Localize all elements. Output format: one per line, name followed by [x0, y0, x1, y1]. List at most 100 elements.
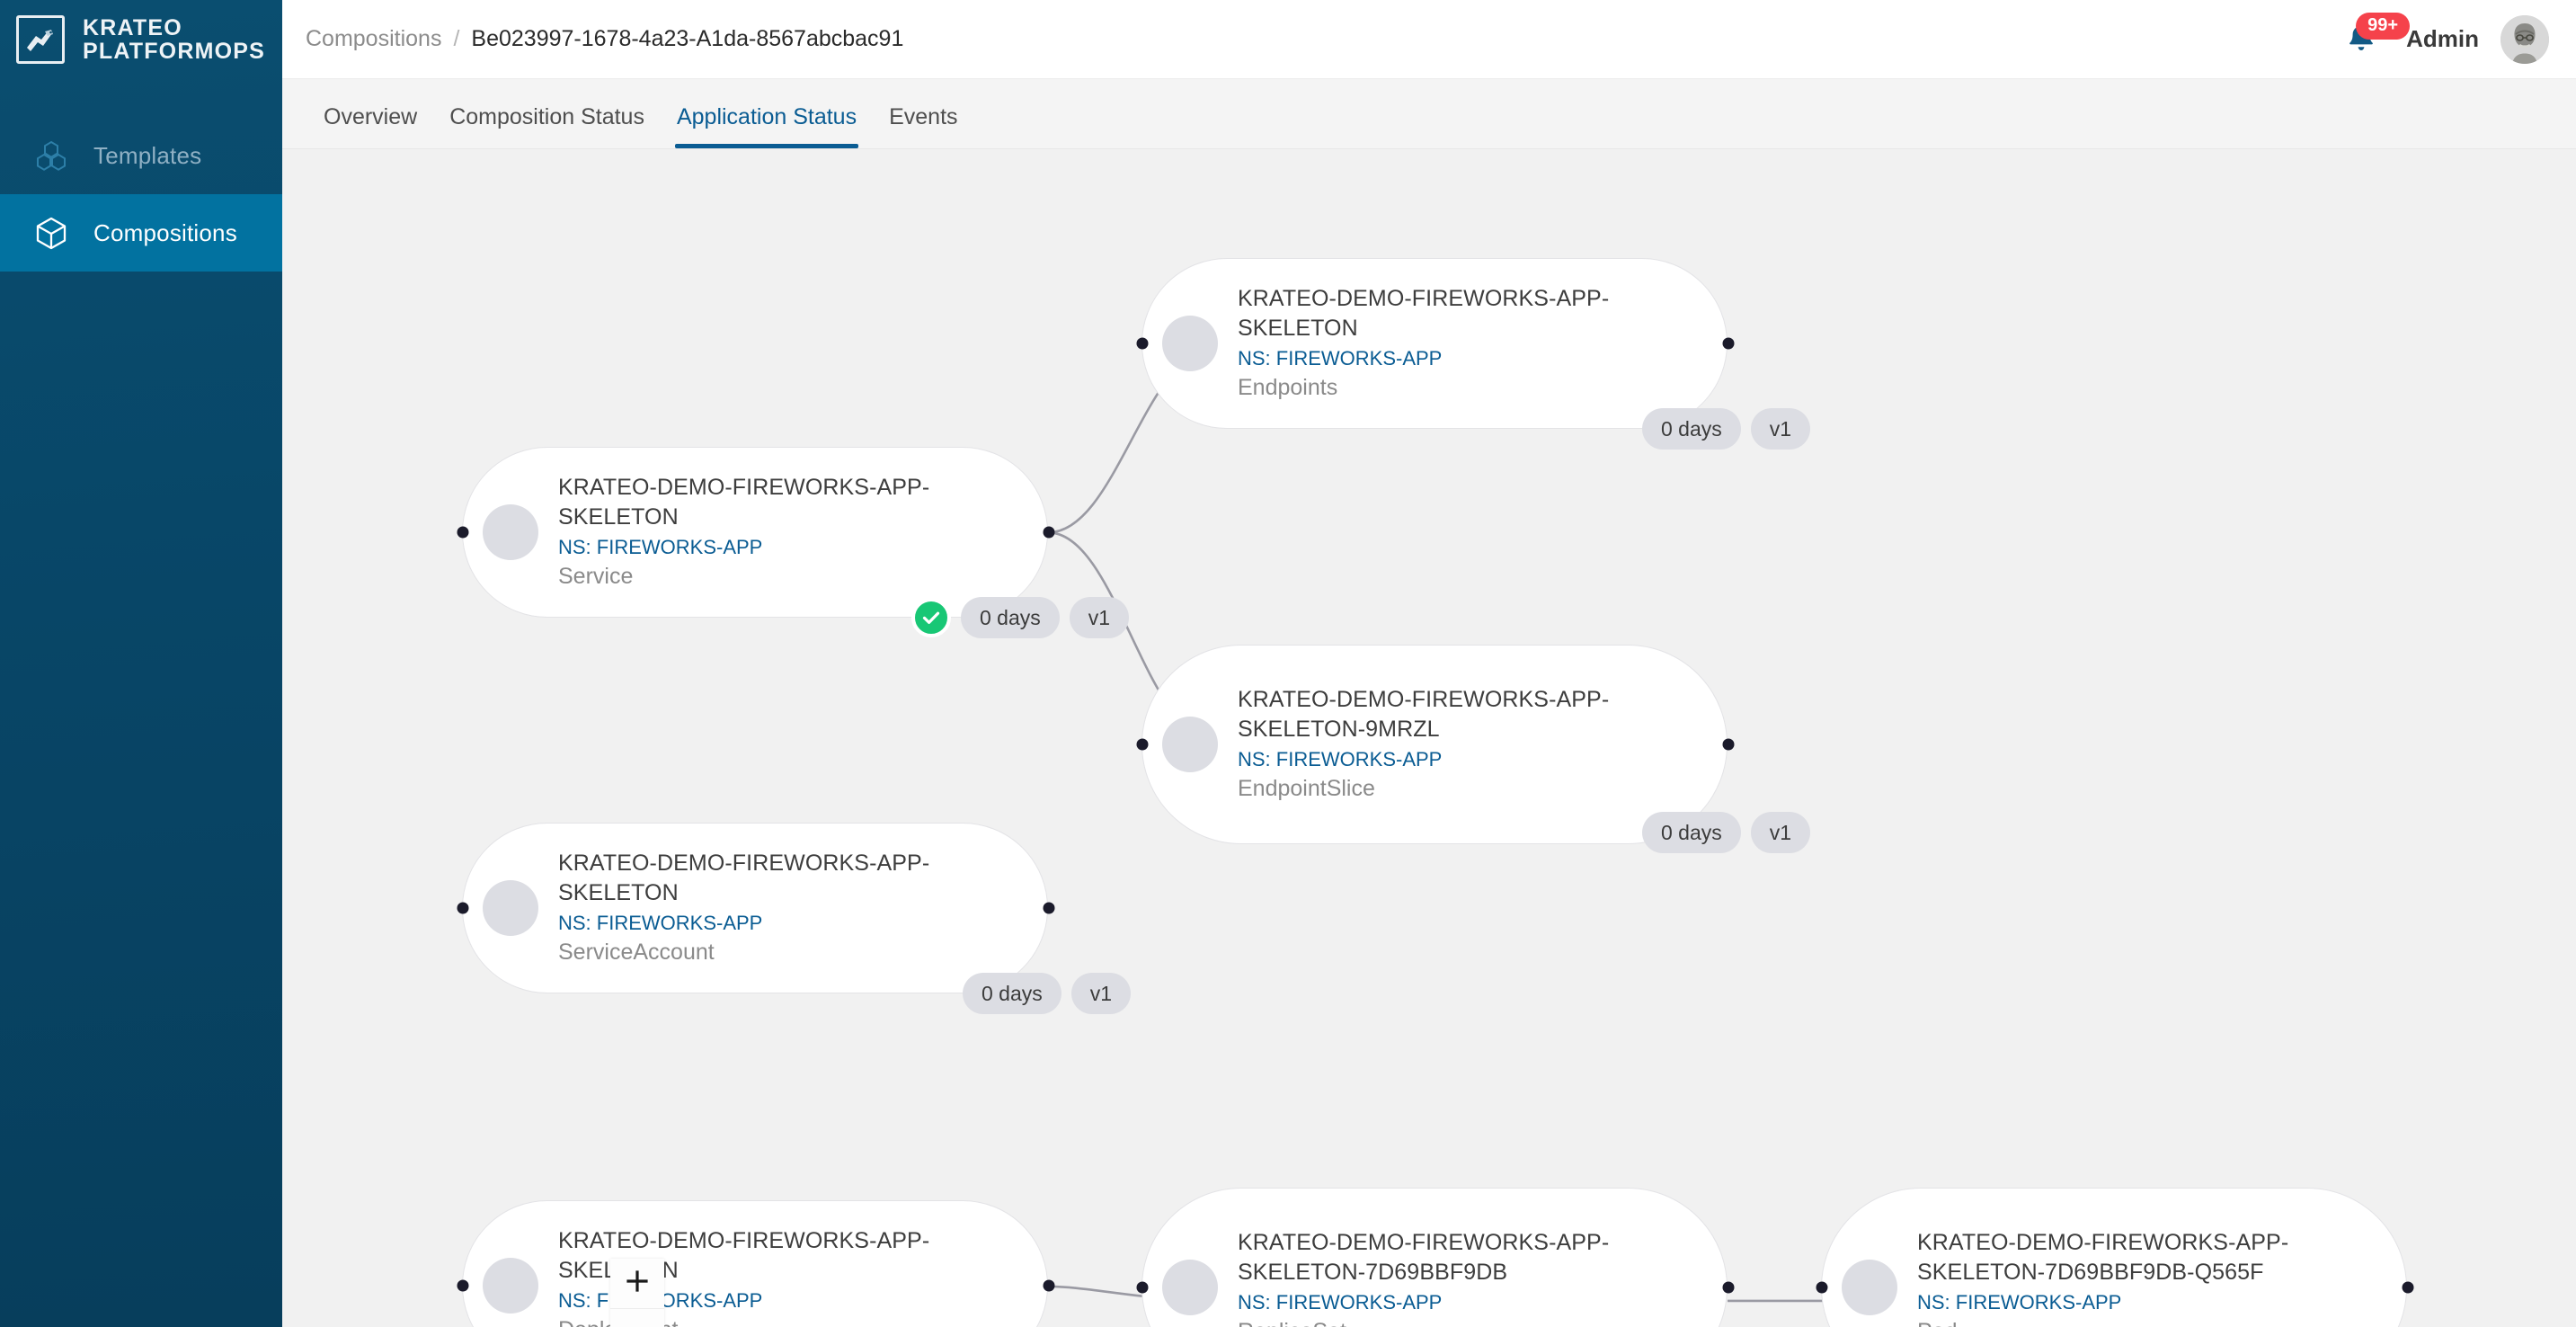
krateo-dog-logo-icon — [16, 15, 65, 64]
node-kind: EndpointSlice — [1238, 775, 1375, 801]
notification-count-badge: 99+ — [2356, 12, 2411, 40]
node-avatar-icon — [483, 880, 538, 936]
breadcrumb: Compositions / Be023997-1678-4a23-A1da-8… — [306, 26, 903, 52]
node-kind: Service — [558, 563, 634, 589]
breadcrumb-current: Be023997-1678-4a23-A1da-8567abcbac91 — [471, 26, 904, 51]
node-avatar-icon — [1842, 1260, 1897, 1315]
node-body: KRATEO-DEMO-FIREWORKS-APP-SKELETON NS: F… — [1238, 284, 1727, 404]
sidebar-item-compositions[interactable]: Compositions — [0, 194, 282, 272]
graph-node-service[interactable]: KRATEO-DEMO-FIREWORKS-APP-SKELETON NS: F… — [457, 447, 1055, 618]
node-title: KRATEO-DEMO-FIREWORKS-APP-SKELETON — [558, 850, 930, 905]
main-area: Compositions / Be023997-1678-4a23-A1da-8… — [282, 0, 2576, 1327]
sidebar-item-label-compositions: Compositions — [93, 218, 237, 246]
tab-overview[interactable]: Overview — [307, 104, 433, 148]
node-namespace[interactable]: NS: FIREWORKS-APP — [1917, 1287, 2383, 1317]
topbar-right: 99+ Admin — [2338, 12, 2549, 64]
node-version-badge: v1 — [1070, 973, 1132, 1015]
sidebar-nav: Templates Compositions — [0, 117, 282, 272]
node-avatar-icon — [1162, 316, 1218, 371]
tab-application-status[interactable]: Application Status — [661, 104, 873, 148]
brand-line-2: PLATFORMOPS — [83, 39, 266, 64]
node-badges-endpointslice: 0 days v1 — [1642, 812, 1811, 854]
node-namespace[interactable]: NS: FIREWORKS-APP — [1238, 744, 1703, 774]
node-handle-right[interactable] — [2402, 1281, 2414, 1294]
node-namespace[interactable]: NS: FIREWORKS-APP — [558, 908, 1024, 938]
breadcrumb-compositions[interactable]: Compositions — [306, 26, 441, 52]
node-handle-right[interactable] — [1722, 1281, 1735, 1294]
plus-icon — [625, 1269, 650, 1298]
node-age-badge: 0 days — [1642, 408, 1741, 450]
node-handle-right[interactable] — [1043, 1279, 1055, 1292]
tab-composition-status[interactable]: Composition Status — [433, 104, 661, 148]
cube-icon — [32, 214, 70, 252]
node-handle-right[interactable] — [1043, 526, 1055, 539]
node-handle-left[interactable] — [1136, 1281, 1149, 1294]
node-avatar-icon — [1162, 1260, 1218, 1315]
node-kind: ReplicaSet — [1238, 1317, 1703, 1327]
zoom-out-button[interactable] — [610, 1309, 664, 1327]
node-namespace[interactable]: NS: FIREWORKS-APP — [1238, 1287, 1703, 1317]
hexagons-icon — [32, 137, 70, 174]
node-title: KRATEO-DEMO-FIREWORKS-APP-SKELETON-7D69B… — [1917, 1229, 2289, 1285]
breadcrumb-separator: / — [453, 26, 460, 51]
node-handle-left[interactable] — [457, 1279, 469, 1292]
avatar[interactable] — [2500, 14, 2549, 64]
node-badges-service: 0 days v1 — [911, 597, 1130, 639]
node-handle-right[interactable] — [1043, 902, 1055, 914]
node-version-badge: v1 — [1069, 597, 1130, 639]
graph-node-replicaset[interactable]: KRATEO-DEMO-FIREWORKS-APP-SKELETON-7D69B… — [1136, 1188, 1735, 1327]
node-handle-left[interactable] — [1136, 337, 1149, 350]
node-handle-right[interactable] — [1722, 738, 1735, 751]
node-title: KRATEO-DEMO-FIREWORKS-APP-SKELETON-9MRZL — [1238, 686, 1610, 742]
node-handle-right[interactable] — [1722, 337, 1735, 350]
notifications-button[interactable]: 99+ — [2338, 12, 2411, 63]
node-body: KRATEO-DEMO-FIREWORKS-APP-SKELETON-7D69B… — [1238, 1228, 1727, 1327]
node-age-badge: 0 days — [1642, 812, 1741, 854]
graph-node-serviceaccount[interactable]: KRATEO-DEMO-FIREWORKS-APP-SKELETON NS: F… — [457, 823, 1055, 993]
brand-line-1: KRATEO — [83, 15, 182, 40]
node-avatar-icon — [483, 1258, 538, 1314]
node-namespace[interactable]: NS: FIREWORKS-APP — [1238, 343, 1703, 373]
user-name: Admin — [2406, 25, 2479, 52]
node-body: KRATEO-DEMO-FIREWORKS-APP-SKELETON NS: F… — [558, 473, 1047, 592]
node-title: KRATEO-DEMO-FIREWORKS-APP-SKELETON-7D69B… — [1238, 1229, 1610, 1285]
node-title: KRATEO-DEMO-FIREWORKS-APP-SKELETON — [558, 474, 930, 530]
node-body: KRATEO-DEMO-FIREWORKS-APP-SKELETON-9MRZL… — [1238, 685, 1727, 805]
node-version-badge: v1 — [1750, 408, 1811, 450]
node-age-badge: 0 days — [963, 973, 1061, 1015]
node-handle-left[interactable] — [1816, 1281, 1828, 1294]
sidebar: KRATEO PLATFORMOPS Templates Composition… — [0, 0, 282, 1327]
node-body: KRATEO-DEMO-FIREWORKS-APP-SKELETON NS: F… — [558, 849, 1047, 968]
graph-node-deployment[interactable]: KRATEO-DEMO-FIREWORKS-APP-SKELETON NS: F… — [457, 1200, 1055, 1327]
node-age-badge: 0 days — [961, 597, 1060, 639]
node-namespace[interactable]: NS: FIREWORKS-APP — [558, 532, 1024, 562]
graph-node-pod[interactable]: KRATEO-DEMO-FIREWORKS-APP-SKELETON-7D69B… — [1816, 1188, 2414, 1327]
node-version-badge: v1 — [1750, 812, 1811, 854]
node-badges-serviceaccount: 0 days v1 — [963, 973, 1132, 1015]
node-kind: ServiceAccount — [558, 939, 715, 965]
node-handle-left[interactable] — [457, 526, 469, 539]
zoom-in-button[interactable] — [610, 1259, 664, 1309]
graph-node-endpoints[interactable]: KRATEO-DEMO-FIREWORKS-APP-SKELETON NS: F… — [1136, 258, 1735, 429]
node-title: KRATEO-DEMO-FIREWORKS-APP-SKELETON — [1238, 285, 1610, 341]
tab-events[interactable]: Events — [873, 104, 973, 148]
graph-canvas[interactable]: KRATEO-DEMO-FIREWORKS-APP-SKELETON NS: F… — [282, 149, 2576, 1327]
node-handle-left[interactable] — [1136, 738, 1149, 751]
zoom-controls — [610, 1259, 664, 1327]
tab-bar: Overview Composition Status Application … — [282, 79, 2576, 149]
node-body: KRATEO-DEMO-FIREWORKS-APP-SKELETON-7D69B… — [1917, 1228, 2406, 1327]
brand-text: KRATEO PLATFORMOPS — [83, 16, 265, 63]
sidebar-item-label-templates: Templates — [93, 141, 202, 169]
node-avatar-icon — [483, 504, 538, 560]
node-avatar-icon — [1162, 717, 1218, 772]
topbar: Compositions / Be023997-1678-4a23-A1da-8… — [282, 0, 2576, 79]
sidebar-item-templates[interactable]: Templates — [0, 117, 282, 194]
node-badges-endpoints: 0 days v1 — [1642, 408, 1811, 450]
graph-node-endpointslice[interactable]: KRATEO-DEMO-FIREWORKS-APP-SKELETON-9MRZL… — [1136, 645, 1735, 844]
app-root: KRATEO PLATFORMOPS Templates Composition… — [0, 0, 2576, 1327]
node-kind: Pod — [1917, 1317, 2383, 1327]
status-ok-icon — [911, 598, 951, 638]
node-handle-left[interactable] — [457, 902, 469, 914]
brand-logo-block[interactable]: KRATEO PLATFORMOPS — [0, 0, 282, 79]
node-kind: Endpoints — [1238, 374, 1338, 400]
